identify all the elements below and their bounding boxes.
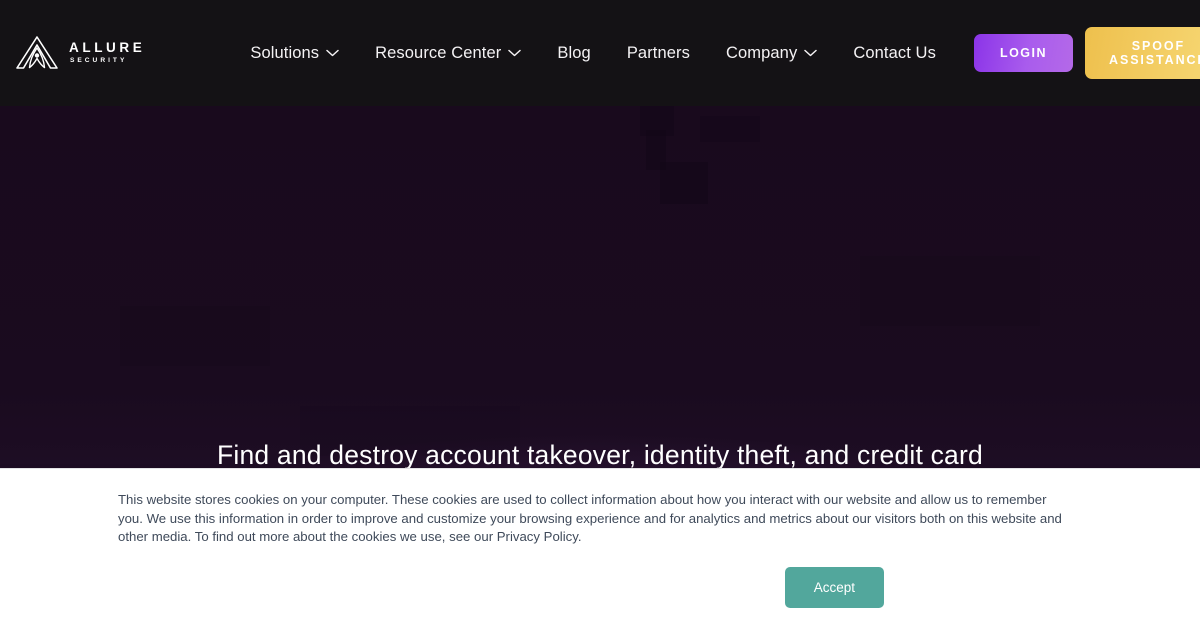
login-button[interactable]: LOGIN [973,34,1074,72]
allure-arch-logo-icon [14,35,60,71]
spoof-assistance-button[interactable]: SPOOF ASSISTANCE [1085,27,1200,79]
nav-item-resource-center[interactable]: Resource Center [357,44,539,63]
cookie-banner-text: This website stores cookies on your comp… [118,492,1062,545]
logo-subword: SECURITY [70,56,128,64]
chevron-down-icon [508,49,522,57]
nav-item-label: Company [725,43,798,62]
nav-item-label: Resource Center [375,43,502,62]
chevron-down-icon [326,49,339,57]
cookie-consent-banner: This website stores cookies on your comp… [0,468,1200,623]
nav-item-label: Blog [557,43,591,62]
chevron-down-icon [804,49,818,57]
nav-item-partners[interactable]: Partners [609,44,708,63]
nav-item-company[interactable]: Company [708,44,835,63]
nav-item-blog[interactable]: Blog [539,44,608,63]
nav-item-label: Solutions [250,43,320,62]
logo-word: ALLURE [69,40,146,56]
cookie-banner-actions: Accept [118,567,1082,609]
page-root: ALLURE SECURITY Solutions Resource Cente… [0,0,1200,623]
accept-cookies-button[interactable]: Accept [784,567,884,609]
top-navigation-bar: ALLURE SECURITY Solutions Resource Cente… [0,0,1200,106]
nav-item-label: Partners [626,43,690,62]
nav-item-label: Contact Us [853,43,936,62]
main-nav-links: Solutions Resource Center Blog Partners … [250,44,954,63]
nav-action-buttons: LOGIN SPOOF ASSISTANCE [973,27,1200,79]
site-logo[interactable]: ALLURE SECURITY [14,35,145,71]
logo-wordmark: ALLURE SECURITY [69,41,145,64]
nav-item-solutions[interactable]: Solutions [250,44,357,63]
nav-item-contact-us[interactable]: Contact Us [835,44,954,63]
